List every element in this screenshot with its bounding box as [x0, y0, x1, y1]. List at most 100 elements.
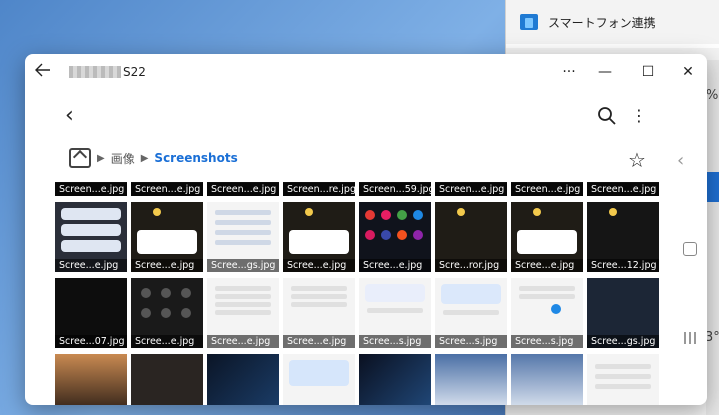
weather-sun-icon: [457, 208, 465, 216]
view-lines-icon[interactable]: [682, 332, 698, 344]
maximize-button[interactable]: ☐: [636, 60, 660, 84]
thumbnail[interactable]: Scree...12.jpg: [587, 202, 659, 272]
redacted-name: [69, 66, 121, 78]
settings-row: [215, 240, 271, 245]
file-browser-window: S22 ··· — ☐ ✕ ‹ ⋮ ▶ 画像 ▶ Screenshots ☆ S…: [25, 54, 707, 405]
thumbnail[interactable]: Scree...e.jpg: [511, 202, 583, 272]
thumbnail[interactable]: Scree...e.jpg: [359, 202, 431, 272]
phone-link-title: スマートフォン連携: [548, 15, 656, 30]
thumbnail[interactable]: Scre...ror.jpg: [435, 202, 507, 272]
phone-link-logo-icon: [520, 14, 538, 30]
search-icon: [598, 107, 616, 125]
thumbnail-label: Scree...07.jpg: [55, 335, 127, 348]
toolbar: ‹ ⋮: [25, 98, 707, 134]
chevron-right-icon: ▶: [140, 152, 149, 164]
quick-toggle: [161, 288, 171, 298]
thumbnail[interactable]: [359, 354, 431, 405]
thumbnail[interactable]: Scree...e.jpg: [283, 202, 355, 272]
overflow-menu-button[interactable]: ⋮: [631, 104, 647, 128]
thumbnail[interactable]: [511, 354, 583, 405]
breadcrumb: ▶ 画像 ▶ Screenshots: [69, 146, 238, 170]
settings-row: [215, 220, 271, 225]
select-checkbox[interactable]: [683, 242, 697, 256]
quick-toggle: [181, 288, 191, 298]
thumbnail[interactable]: [207, 354, 279, 405]
thumbnail[interactable]: Screen...e.jpg: [131, 182, 203, 196]
minimize-button[interactable]: —: [593, 60, 617, 84]
chevron-right-icon: ▶: [97, 152, 105, 164]
thumbnail-label: Screen...e.jpg: [435, 183, 507, 196]
favorite-star-icon[interactable]: ☆: [628, 148, 646, 172]
text-line: [215, 286, 271, 291]
thumbnail[interactable]: Scree...gs.jpg: [207, 202, 279, 272]
app-icon: [365, 210, 375, 220]
card: [365, 284, 425, 302]
thumbnail[interactable]: Screen...e.jpg: [55, 182, 127, 196]
header-divider: [506, 44, 719, 48]
thumbnail-label: Scree...e.jpg: [207, 335, 279, 348]
thumbnail[interactable]: Scree...e.jpg: [283, 278, 355, 348]
title-bar: S22 ··· — ☐ ✕: [25, 54, 707, 90]
thumbnail[interactable]: Screen...e.jpg: [207, 182, 279, 196]
thumbnail[interactable]: [131, 354, 203, 405]
thumbnail-label: Scree...s.jpg: [359, 335, 431, 348]
nav-back-button[interactable]: ‹: [65, 104, 85, 128]
thumbnail[interactable]: Screen...e.jpg: [587, 182, 659, 196]
weather-sun-icon: [609, 208, 617, 216]
thumbnail[interactable]: Scree...e.jpg: [131, 278, 203, 348]
thumbnail-label: Screen...e.jpg: [511, 183, 583, 196]
dialog-card: [517, 230, 577, 254]
quick-toggle: [141, 308, 151, 318]
thumbnail[interactable]: [435, 354, 507, 405]
app-icon: [397, 230, 407, 240]
thumbnail-label: Scree...s.jpg: [511, 335, 583, 348]
thumbnail-label: Screen...e.jpg: [131, 183, 203, 196]
thumbnail[interactable]: Screen...59.jpg: [359, 182, 431, 196]
home-icon[interactable]: [69, 148, 91, 168]
text-line: [215, 310, 271, 315]
thumbnail-label: Screen...e.jpg: [55, 183, 127, 196]
app-icon: [413, 210, 423, 220]
more-options-button[interactable]: ···: [557, 60, 581, 84]
thumbnail[interactable]: Scree...s.jpg: [435, 278, 507, 348]
thumbnail[interactable]: [55, 354, 127, 405]
thumbnail[interactable]: Scree...e.jpg: [207, 278, 279, 348]
quick-toggle: [161, 308, 171, 318]
text-line: [215, 302, 271, 307]
app-icon: [365, 230, 375, 240]
thumbnail[interactable]: Scree...gs.jpg: [587, 278, 659, 348]
thumbnail[interactable]: Screen...re.jpg: [283, 182, 355, 196]
thumbnail[interactable]: Scree...e.jpg: [55, 202, 127, 272]
close-button[interactable]: ✕: [676, 60, 700, 84]
fragment-text: %: [706, 88, 719, 103]
thumbnail-label: Scree...s.jpg: [435, 335, 507, 348]
thumbnail-label: Screen...re.jpg: [283, 183, 355, 196]
device-model: S22: [123, 65, 146, 79]
chevron-left-icon[interactable]: ‹: [677, 150, 684, 171]
thumbnail[interactable]: Screen...e.jpg: [435, 182, 507, 196]
thumbnail[interactable]: [587, 354, 659, 405]
thumbnail[interactable]: [283, 354, 355, 405]
thumbnail[interactable]: Scree...s.jpg: [359, 278, 431, 348]
text-line: [443, 310, 499, 315]
card: [289, 360, 349, 386]
text-line: [595, 374, 651, 379]
thumbnail[interactable]: Scree...07.jpg: [55, 278, 127, 348]
search-button[interactable]: [597, 106, 619, 128]
thumbnail[interactable]: Scree...s.jpg: [511, 278, 583, 348]
thumbnail[interactable]: Scree...e.jpg: [131, 202, 203, 272]
card: [441, 284, 501, 304]
text-line: [367, 308, 423, 313]
text-line: [291, 302, 347, 307]
dialog-card: [289, 230, 349, 254]
back-button[interactable]: [33, 62, 53, 82]
weather-sun-icon: [305, 208, 313, 216]
side-panel: [706, 60, 719, 415]
device-name: S22: [69, 63, 146, 81]
text-line: [595, 364, 651, 369]
accent-block: [706, 172, 719, 202]
text-line: [291, 286, 347, 291]
breadcrumb-folder[interactable]: 画像: [111, 150, 135, 167]
thumbnail[interactable]: Screen...e.jpg: [511, 182, 583, 196]
quick-toggle: [141, 288, 151, 298]
